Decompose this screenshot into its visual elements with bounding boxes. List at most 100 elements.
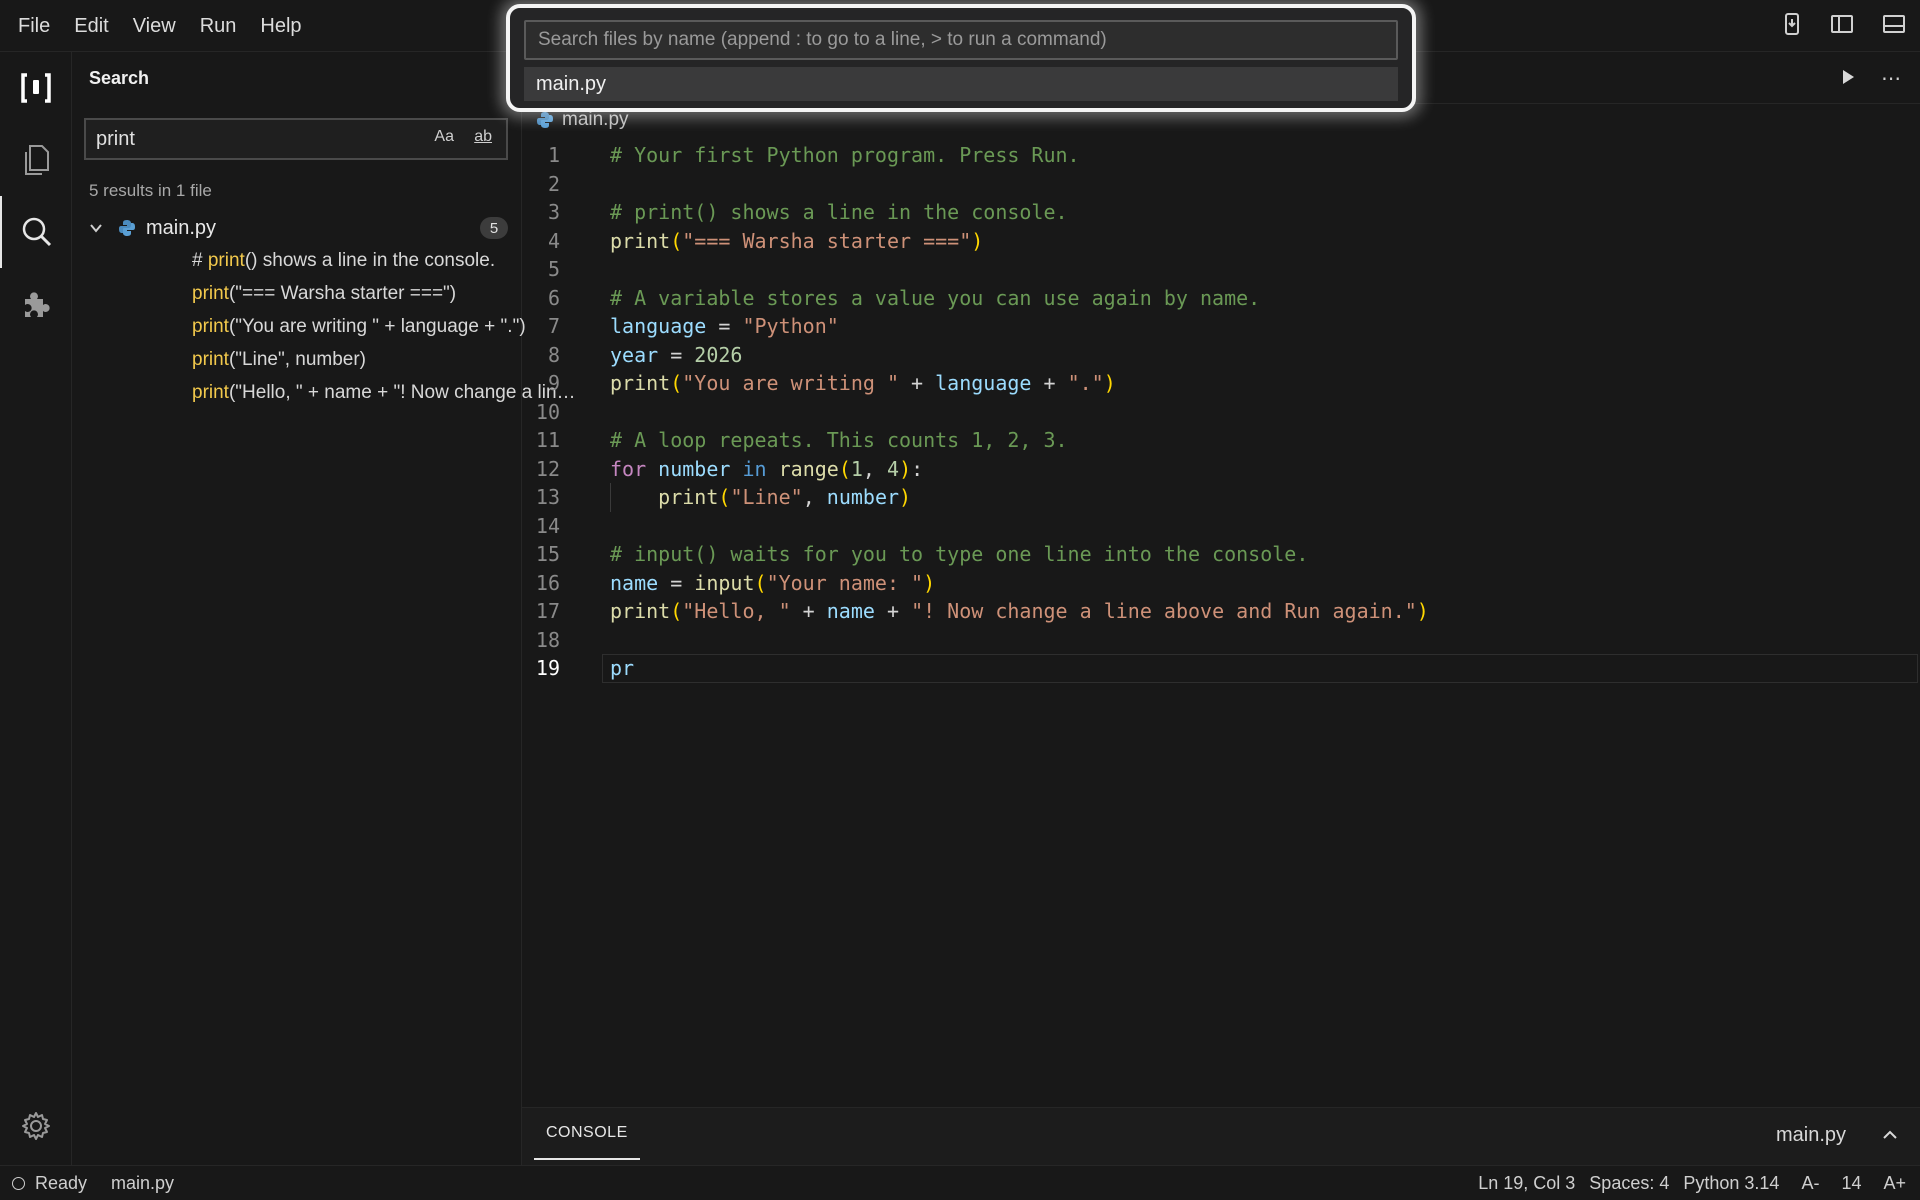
code-token: ) <box>899 485 912 509</box>
code-token: print <box>610 228 671 253</box>
code-line[interactable]: 18 <box>522 626 1920 655</box>
line-number: 18 <box>535 627 560 652</box>
code-token: ( <box>670 228 683 253</box>
quick-open-dialog: main.py <box>506 4 1416 112</box>
results-summary: 5 results in 1 file <box>89 181 212 200</box>
code-line[interactable]: 1 # Your first Python program. Press Run. <box>522 141 1920 170</box>
cursor-position[interactable]: Ln 19, Col 3 <box>1478 1173 1575 1194</box>
status-state: Ready <box>35 1173 88 1193</box>
run-icon[interactable] <box>1840 68 1856 91</box>
code-token: + <box>790 599 827 623</box>
line-source: print("Hello, " + name + "! Now change a… <box>610 597 1429 626</box>
status-right: Ln 19, Col 3 Spaces: 4 Python 3.14 A- 14… <box>1478 1166 1906 1200</box>
code-token: # Your first Python program. Press Run. <box>610 143 1080 167</box>
chevron-up-icon[interactable] <box>1882 1128 1898 1146</box>
device-icon[interactable] <box>1782 12 1802 36</box>
code-line[interactable]: 9 print("You are writing " + language + "… <box>522 369 1920 398</box>
font-size-value: 14 <box>1841 1173 1862 1193</box>
code-token: , <box>802 485 827 509</box>
code-token: "Hello, " <box>682 599 791 623</box>
code-token: + <box>1031 371 1068 395</box>
line-number: 8 <box>547 342 560 367</box>
code-token: + <box>874 599 912 623</box>
code-token: "=== Warsha starter ===" <box>682 228 972 253</box>
code-token: range <box>778 456 839 481</box>
code-token: pr <box>610 656 635 680</box>
code-token: for <box>610 456 647 481</box>
code-token: # input() waits for you to type one line… <box>610 542 1309 566</box>
code-line[interactable]: 12 for number in range(1, 4): <box>522 455 1920 484</box>
result-match: print <box>192 349 229 370</box>
menu-edit[interactable]: Edit <box>74 15 108 38</box>
code-token: ) <box>923 570 936 595</box>
code-line[interactable]: 14 <box>522 512 1920 541</box>
code-line[interactable]: 6 # A variable stores a value you can use… <box>522 284 1920 313</box>
status-file: main.py <box>111 1173 175 1193</box>
toggle-sidebar-icon[interactable] <box>1830 13 1854 35</box>
menu-help[interactable]: Help <box>260 15 301 38</box>
search-icon[interactable] <box>0 196 72 268</box>
status-left: Ready main.py <box>12 1166 174 1200</box>
code-line[interactable]: 13 print("Line", number) <box>522 483 1920 512</box>
code-line[interactable]: 19 pr <box>522 654 1920 683</box>
line-source: language = "Python" <box>610 312 839 341</box>
code-line[interactable]: 16 name = input("Your name: ") <box>522 569 1920 598</box>
console-file-label: main.py <box>1775 1124 1846 1146</box>
code-line[interactable]: 11 # A loop repeats. This counts 1, 2, 3. <box>522 426 1920 455</box>
more-actions-icon[interactable]: ⋯ <box>1881 66 1902 91</box>
code-token: ) <box>899 456 912 481</box>
line-number: 15 <box>535 542 560 566</box>
quick-open-input-box <box>524 20 1398 60</box>
line-number: 9 <box>547 371 560 395</box>
menu-view[interactable]: View <box>133 15 176 38</box>
breadcrumb-file[interactable]: main.py <box>562 109 629 131</box>
font-increase-button[interactable]: A+ <box>1883 1173 1906 1194</box>
font-decrease-button[interactable]: A- <box>1801 1173 1819 1194</box>
code-token: , <box>862 456 888 481</box>
code-line[interactable]: 10 <box>522 398 1920 427</box>
whole-word-toggle[interactable]: ab <box>474 128 492 146</box>
quick-open-item[interactable]: main.py <box>524 67 1398 101</box>
result-file-row[interactable]: main.py 5 <box>84 212 508 244</box>
code-line[interactable]: 7 language = "Python" <box>522 312 1920 341</box>
code-token: ( <box>670 599 683 623</box>
code-line[interactable]: 4 print("=== Warsha starter ===") <box>522 227 1920 256</box>
code-token: "Python" <box>742 314 839 338</box>
explorer-icon[interactable] <box>0 124 72 196</box>
line-source: name = input("Your name: ") <box>610 569 935 598</box>
search-input[interactable] <box>96 120 396 158</box>
code-line[interactable]: 3 # print() shows a line in the console. <box>522 198 1920 227</box>
settings-gear-icon[interactable] <box>0 1096 72 1156</box>
result-count-badge: 5 <box>480 217 508 239</box>
code-line[interactable]: 15 # input() waits for you to type one li… <box>522 540 1920 569</box>
code-line[interactable]: 2 <box>522 170 1920 199</box>
result-match: print <box>192 316 229 337</box>
line-source: # Your first Python program. Press Run. <box>610 141 1080 170</box>
code-line[interactable]: 8 year = 2026 <box>522 341 1920 370</box>
quick-open-input[interactable] <box>526 22 1396 58</box>
code-line[interactable]: 17 print("Hello, " + name + "! Now change… <box>522 597 1920 626</box>
code-line[interactable]: 5 <box>522 255 1920 284</box>
python-file-icon <box>119 220 135 236</box>
code-token: language <box>610 314 707 338</box>
menu-items: File Edit View Run Help <box>18 0 302 52</box>
menu-run[interactable]: Run <box>200 15 237 38</box>
code-token: ) <box>971 228 984 253</box>
language-mode[interactable]: Python 3.14 <box>1683 1173 1779 1194</box>
app-logo-icon[interactable] <box>0 52 72 124</box>
activity-bar <box>0 52 72 1165</box>
toggle-panel-icon[interactable] <box>1882 13 1906 35</box>
status-bar: Ready main.py Ln 19, Col 3 Spaces: 4 Pyt… <box>0 1165 1920 1200</box>
code-editor[interactable]: 1 # Your first Python program. Press Run.… <box>522 141 1920 683</box>
console-tab[interactable]: CONSOLE <box>534 1108 640 1160</box>
match-case-toggle[interactable]: Aa <box>434 128 454 146</box>
line-source: # A variable stores a value you can use … <box>610 284 1260 313</box>
line-source: for number in range(1, 4): <box>610 455 923 484</box>
code-token: 4 <box>887 456 900 481</box>
indent-setting[interactable]: Spaces: 4 <box>1589 1173 1669 1194</box>
search-sidebar: Search Aa ab 5 results in 1 file main.py… <box>72 52 582 1165</box>
extensions-icon[interactable] <box>0 268 72 340</box>
menu-file[interactable]: File <box>18 15 50 38</box>
